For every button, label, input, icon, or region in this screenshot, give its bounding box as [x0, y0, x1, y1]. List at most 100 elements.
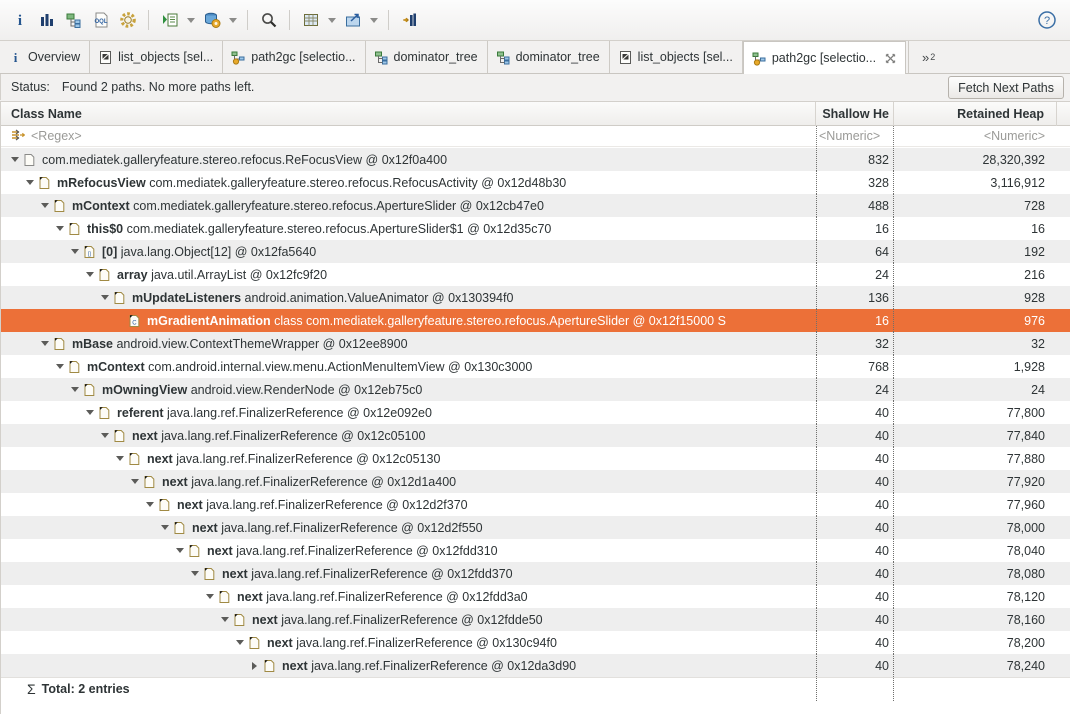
tab-1[interactable]: list_objects [sel... — [90, 41, 223, 73]
collapse-arrow-icon[interactable] — [82, 401, 97, 424]
dominator-tree-icon[interactable] — [60, 7, 87, 34]
object-icon — [22, 152, 37, 168]
table-row[interactable]: array java.util.ArrayList @ 0x12fc9f2024… — [1, 263, 1070, 286]
table-row[interactable]: next java.lang.ref.FinalizerReference @ … — [1, 516, 1070, 539]
cell-filler — [1057, 654, 1070, 677]
column-header-class-name[interactable]: Class Name — [1, 102, 816, 126]
tab-2[interactable]: path2gc [selectio... — [223, 41, 365, 73]
table-row[interactable]: referent java.lang.ref.FinalizerReferenc… — [1, 401, 1070, 424]
field-name: mUpdateListeners — [132, 291, 241, 305]
run-query-icon[interactable] — [156, 7, 183, 34]
object-ref-icon — [202, 566, 217, 582]
table-row[interactable]: mUpdateListeners android.animation.Value… — [1, 286, 1070, 309]
collapse-arrow-icon[interactable] — [217, 608, 232, 631]
collapse-arrow-icon[interactable] — [172, 539, 187, 562]
table-row[interactable]: mRefocusView com.mediatek.galleryfeature… — [1, 171, 1070, 194]
table-row[interactable]: next java.lang.ref.FinalizerReference @ … — [1, 608, 1070, 631]
table-row[interactable]: mContext com.mediatek.galleryfeature.ste… — [1, 194, 1070, 217]
cell-retained-heap: 32 — [894, 332, 1057, 355]
export-dropdown-arrow[interactable] — [366, 7, 381, 34]
tab-overflow-button[interactable]: »2 — [908, 41, 948, 73]
tab-0[interactable]: iOverview — [0, 41, 90, 73]
histogram-icon[interactable] — [33, 7, 60, 34]
info-icon[interactable]: i — [6, 7, 33, 34]
collapse-arrow-icon[interactable] — [187, 562, 202, 585]
cell-shallow-heap: 136 — [816, 286, 894, 309]
cell-class-name: mUpdateListeners android.animation.Value… — [1, 286, 816, 309]
expand-arrow-icon[interactable] — [247, 654, 262, 677]
table-row[interactable]: com.mediatek.galleryfeature.stereo.refoc… — [1, 148, 1070, 171]
collapse-arrow-icon[interactable] — [52, 217, 67, 240]
collapse-arrow-icon[interactable] — [37, 194, 52, 217]
fetch-next-paths-button[interactable]: Fetch Next Paths — [948, 76, 1064, 99]
collapse-arrow-icon[interactable] — [142, 493, 157, 516]
filter-class-name-cell[interactable]: <Regex> — [1, 126, 816, 147]
collapse-arrow-icon[interactable] — [232, 631, 247, 654]
filter-shallow-heap[interactable]: <Numeric> — [816, 126, 894, 147]
table-row[interactable]: mBase android.view.ContextThemeWrapper @… — [1, 332, 1070, 355]
tab-4[interactable]: dominator_tree — [488, 41, 610, 73]
cell-retained-heap: 1,928 — [894, 355, 1057, 378]
oql-icon[interactable]: OQL — [87, 7, 114, 34]
tab-label: list_objects [sel... — [118, 51, 213, 64]
table-row[interactable]: this$0 com.mediatek.galleryfeature.stere… — [1, 217, 1070, 240]
tab-6[interactable]: path2gc [selectio... — [743, 41, 906, 74]
object-descriptor: java.lang.ref.FinalizerReference @ 0x12f… — [266, 590, 527, 604]
table-row[interactable]: next java.lang.ref.FinalizerReference @ … — [1, 631, 1070, 654]
cell-retained-heap: 728 — [894, 194, 1057, 217]
table-filter-row: <Regex> <Numeric> <Numeric> — [1, 126, 1070, 147]
toolbar-separator-2 — [247, 10, 248, 30]
cell-retained-heap: 78,160 — [894, 608, 1057, 631]
table-row[interactable]: next java.lang.ref.FinalizerReference @ … — [1, 562, 1070, 585]
tab-3[interactable]: dominator_tree — [366, 41, 488, 73]
collapse-arrow-icon[interactable] — [52, 355, 67, 378]
table-row[interactable]: mContext com.android.internal.view.menu.… — [1, 355, 1070, 378]
collapse-arrow-icon[interactable] — [82, 263, 97, 286]
table-icon[interactable] — [297, 7, 324, 34]
table-row[interactable]: next java.lang.ref.FinalizerReference @ … — [1, 493, 1070, 516]
collapse-arrow-icon[interactable] — [22, 171, 37, 194]
cell-retained-heap: 78,120 — [894, 585, 1057, 608]
field-name: next — [162, 475, 188, 489]
table-row[interactable]: next java.lang.ref.FinalizerReference @ … — [1, 585, 1070, 608]
table-row[interactable]: next java.lang.ref.FinalizerReference @ … — [1, 470, 1070, 493]
help-circle-icon[interactable]: ? — [1036, 9, 1058, 31]
table-row[interactable]: next java.lang.ref.FinalizerReference @ … — [1, 539, 1070, 562]
table-row[interactable]: next java.lang.ref.FinalizerReference @ … — [1, 424, 1070, 447]
cell-retained-heap: 24 — [894, 378, 1057, 401]
table-row[interactable]: next java.lang.ref.FinalizerReference @ … — [1, 654, 1070, 677]
field-name: next — [132, 429, 158, 443]
column-header-shallow-heap[interactable]: Shallow He — [816, 102, 894, 126]
object-ref-icon — [172, 520, 187, 536]
tab-5[interactable]: list_objects [sel... — [610, 41, 743, 73]
table-row[interactable]: CmGradientAnimation class com.mediatek.g… — [1, 309, 1070, 332]
run-query-dropdown-arrow[interactable] — [183, 7, 198, 34]
cell-shallow-heap: 328 — [816, 171, 894, 194]
column-header-retained-heap[interactable]: Retained Heap — [894, 102, 1057, 126]
object-descriptor: java.lang.ref.FinalizerReference @ 0x12d… — [191, 475, 456, 489]
collapse-arrow-icon[interactable] — [37, 332, 52, 355]
collapse-arrow-icon[interactable] — [112, 447, 127, 470]
collapse-arrow-icon[interactable] — [202, 585, 217, 608]
collapse-arrow-icon[interactable] — [157, 516, 172, 539]
collapse-arrow-icon[interactable] — [97, 286, 112, 309]
export-icon[interactable] — [339, 7, 366, 34]
collapse-arrow-icon[interactable] — [67, 378, 82, 401]
database-gear-icon[interactable] — [198, 7, 225, 34]
collapse-arrow-icon[interactable] — [67, 240, 82, 263]
table-row[interactable]: mOwningView android.view.RenderNode @ 0x… — [1, 378, 1070, 401]
filter-retained-heap[interactable]: <Numeric> — [894, 126, 1057, 147]
close-icon[interactable] — [885, 53, 896, 64]
table-dropdown-arrow[interactable] — [324, 7, 339, 34]
collapse-arrow-icon[interactable] — [7, 148, 22, 171]
database-dropdown-arrow[interactable] — [225, 7, 240, 34]
compare-chart-icon[interactable] — [396, 7, 423, 34]
search-icon[interactable] — [255, 7, 282, 34]
collapse-arrow-icon[interactable] — [97, 424, 112, 447]
table-row[interactable]: next java.lang.ref.FinalizerReference @ … — [1, 447, 1070, 470]
table-row[interactable]: [][0] java.lang.Object[12] @ 0x12fa56406… — [1, 240, 1070, 263]
cell-class-name: mOwningView android.view.RenderNode @ 0x… — [1, 378, 816, 401]
field-name: mContext — [72, 199, 130, 213]
collapse-arrow-icon[interactable] — [127, 470, 142, 493]
settings-gear-icon[interactable] — [114, 7, 141, 34]
